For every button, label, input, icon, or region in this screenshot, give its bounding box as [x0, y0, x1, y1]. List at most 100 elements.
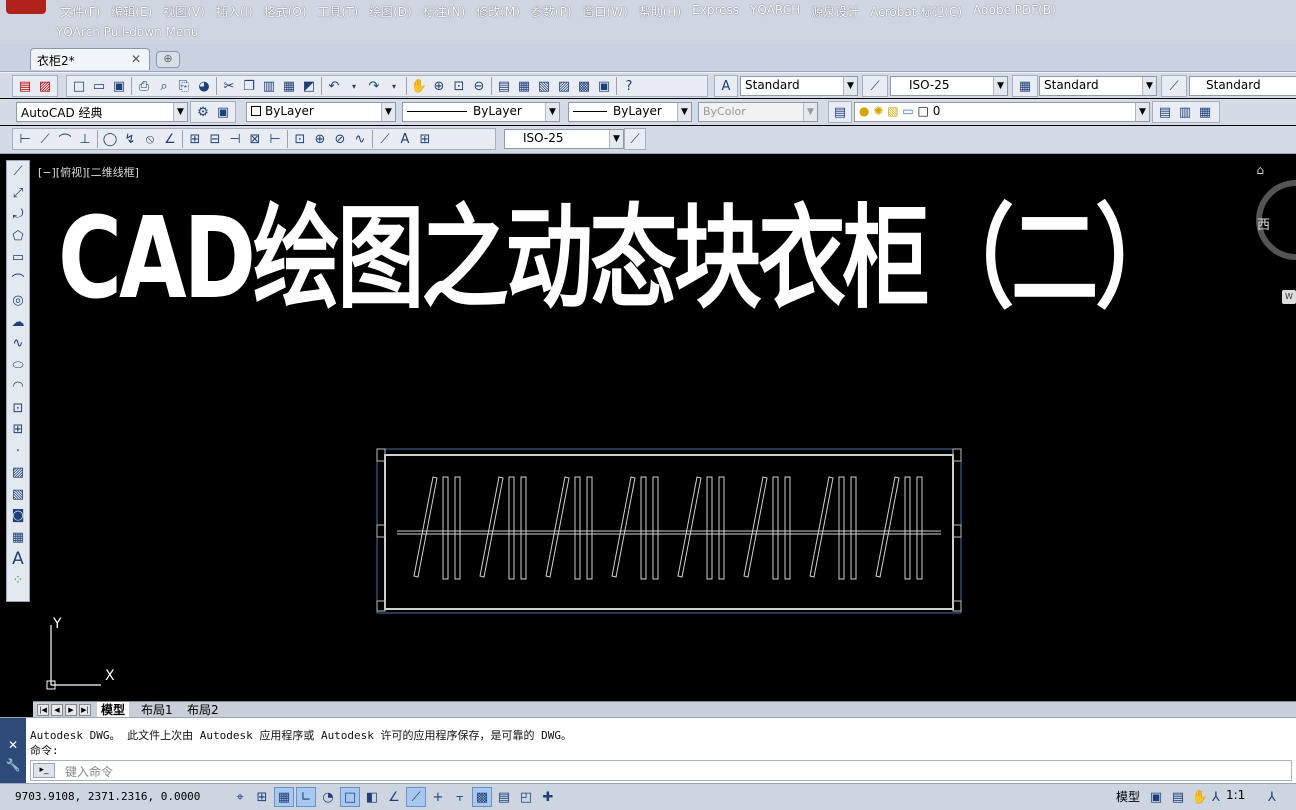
- match-properties-icon[interactable]: ▦: [279, 76, 299, 96]
- continue-dim-icon[interactable]: ⊣: [225, 129, 245, 149]
- line-icon[interactable]: ⟋: [7, 161, 29, 183]
- lineweight-toggle-icon[interactable]: ⫟: [450, 787, 470, 807]
- circle-icon[interactable]: ◎: [7, 290, 29, 312]
- center-mark-icon[interactable]: ⊕: [310, 129, 330, 149]
- add-selected-icon[interactable]: ⁘: [7, 570, 29, 592]
- quick-view-layouts-icon[interactable]: ▣: [1146, 787, 1166, 807]
- quick-dim-icon[interactable]: ⊞: [185, 129, 205, 149]
- jogged-dim-icon[interactable]: ↯: [120, 129, 140, 149]
- layer-combo[interactable]: ● ✺ ▧ ▭ □ 0 ▼: [854, 102, 1150, 122]
- chevron-down-icon[interactable]: ▼: [1135, 103, 1149, 121]
- mleader-style-icon[interactable]: ⟋: [1164, 76, 1184, 96]
- menu-item[interactable]: 文件(F): [60, 3, 111, 21]
- transparency-icon[interactable]: ▩: [472, 787, 492, 807]
- paste-icon[interactable]: ▥: [259, 76, 279, 96]
- model-space-label[interactable]: 模型: [1116, 788, 1140, 805]
- zoom-previous-icon[interactable]: ⊖: [469, 76, 489, 96]
- menu-item[interactable]: 帮助(H): [639, 3, 692, 21]
- cut-icon[interactable]: ✂: [219, 76, 239, 96]
- menu-item[interactable]: 修改(M): [476, 3, 531, 21]
- linear-dim-icon[interactable]: ⊢: [15, 129, 35, 149]
- object-snap-icon[interactable]: □: [340, 787, 360, 807]
- tab-layout2[interactable]: 布局2: [183, 702, 223, 718]
- publish-icon[interactable]: ⎘: [174, 76, 194, 96]
- radius-dim-icon[interactable]: ◯: [100, 129, 120, 149]
- dynamic-input-icon[interactable]: +: [428, 787, 448, 807]
- menu-item[interactable]: 源泉设计: [811, 3, 870, 21]
- block-editor-icon[interactable]: ◩: [299, 76, 319, 96]
- inspect-icon[interactable]: ⊘: [330, 129, 350, 149]
- point-icon[interactable]: ·: [7, 441, 29, 463]
- menu-yqarch-pulldown[interactable]: YQArch Pull-down Menu: [56, 25, 198, 39]
- last-layout-icon[interactable]: ▶|: [79, 704, 91, 716]
- mleader-style-combo[interactable]: Standard: [1189, 76, 1296, 96]
- grip-bottom-right[interactable]: [952, 600, 962, 612]
- pan-icon[interactable]: ✋: [409, 76, 429, 96]
- tab-model[interactable]: 模型: [97, 702, 130, 718]
- menu-item[interactable]: 格式(O): [264, 3, 318, 21]
- grip-top-left[interactable]: [376, 448, 386, 462]
- chevron-down-icon[interactable]: ▼: [173, 103, 187, 121]
- grip-bottom-left[interactable]: [376, 600, 386, 612]
- zoom-realtime-icon[interactable]: ⊕: [429, 76, 449, 96]
- ellipse-icon[interactable]: ⬭: [7, 355, 29, 377]
- menu-item[interactable]: 视图(V): [163, 3, 216, 21]
- redo-dropdown-icon[interactable]: ▾: [384, 76, 404, 96]
- help-icon[interactable]: ?: [619, 76, 639, 96]
- dim-style-combo-2[interactable]: ISO-25 ▼: [504, 129, 624, 149]
- workspace-settings-icon[interactable]: ⚙: [193, 102, 213, 122]
- menu-item[interactable]: 编辑(E): [111, 3, 163, 21]
- menu-item[interactable]: Express: [692, 3, 750, 21]
- redo-icon[interactable]: ↷: [364, 76, 384, 96]
- grip-top-right[interactable]: [952, 448, 962, 462]
- dim-edit-icon[interactable]: ⟋: [375, 129, 395, 149]
- rectangle-icon[interactable]: ▭: [7, 247, 29, 269]
- annotation-scale-icon[interactable]: ⅄: [1206, 787, 1226, 807]
- dim-update-icon[interactable]: ⊞: [415, 129, 435, 149]
- menu-item[interactable]: YQARCH: [750, 3, 811, 21]
- tolerance-icon[interactable]: ⊡: [290, 129, 310, 149]
- infer-constraints-icon[interactable]: ⌖: [230, 787, 250, 807]
- tab-layout1[interactable]: 布局1: [137, 702, 177, 718]
- chevron-down-icon[interactable]: ▼: [381, 103, 395, 121]
- annotation-scale-value[interactable]: 1:1: [1226, 788, 1245, 802]
- color-combo[interactable]: ByLayer ▼: [246, 102, 396, 122]
- pdf-markup-icon[interactable]: ▨: [35, 76, 55, 96]
- 3d-dwf-icon[interactable]: ◕: [194, 76, 214, 96]
- command-prompt-icon[interactable]: ▸_: [33, 763, 55, 778]
- menu-item[interactable]: 绘图(D): [369, 3, 423, 21]
- new-file-icon[interactable]: □: [69, 76, 89, 96]
- drawing-canvas[interactable]: [−][俯视][二维线框] CAD绘图之动态块衣柜（二） ⌂ 西 W Y X: [33, 160, 1296, 701]
- first-layout-icon[interactable]: |◀: [37, 704, 49, 716]
- properties-icon[interactable]: ▤: [494, 76, 514, 96]
- close-icon[interactable]: ✕: [0, 738, 26, 752]
- table-icon[interactable]: ▦: [7, 527, 29, 549]
- dim-style-combo[interactable]: ISO-25 ▼: [890, 76, 1008, 96]
- ordinate-dim-icon[interactable]: ⊥: [75, 129, 95, 149]
- wardrobe-drawing[interactable]: [373, 445, 965, 617]
- plotstyle-combo[interactable]: ByColor ▼: [698, 102, 818, 122]
- zoom-window-icon[interactable]: ⊡: [449, 76, 469, 96]
- workspace-combo[interactable]: AutoCAD 经典 ▼: [16, 102, 188, 122]
- customize-icon[interactable]: 🔧: [0, 758, 26, 772]
- object-snap-tracking-icon[interactable]: ∠: [384, 787, 404, 807]
- sheet-set-icon[interactable]: ▨: [554, 76, 574, 96]
- grip-mid-right[interactable]: [952, 524, 962, 538]
- home-icon[interactable]: ⌂: [1256, 163, 1264, 177]
- insert-block-icon[interactable]: ⊡: [7, 398, 29, 420]
- menu-item[interactable]: 参数(P): [531, 3, 583, 21]
- plot-icon[interactable]: ⎙: [134, 76, 154, 96]
- dim-text-edit-icon[interactable]: A: [395, 129, 415, 149]
- polygon-icon[interactable]: ⬠: [7, 226, 29, 248]
- ellipse-arc-icon[interactable]: ◠: [7, 376, 29, 398]
- open-file-icon[interactable]: ▭: [89, 76, 109, 96]
- undo-icon[interactable]: ↶: [324, 76, 344, 96]
- menu-item[interactable]: 工具(T): [318, 3, 370, 21]
- document-tab[interactable]: 衣柜2* ✕: [30, 48, 150, 70]
- dim-style-manager-icon[interactable]: ⟋: [627, 129, 643, 149]
- menu-item[interactable]: 窗口(W): [583, 3, 639, 21]
- quick-view-drawings-icon[interactable]: ▤: [1168, 787, 1188, 807]
- grid-display-icon[interactable]: ▦: [274, 787, 294, 807]
- dim-space-icon[interactable]: ⊠: [245, 129, 265, 149]
- text-style-icon[interactable]: A: [717, 76, 735, 96]
